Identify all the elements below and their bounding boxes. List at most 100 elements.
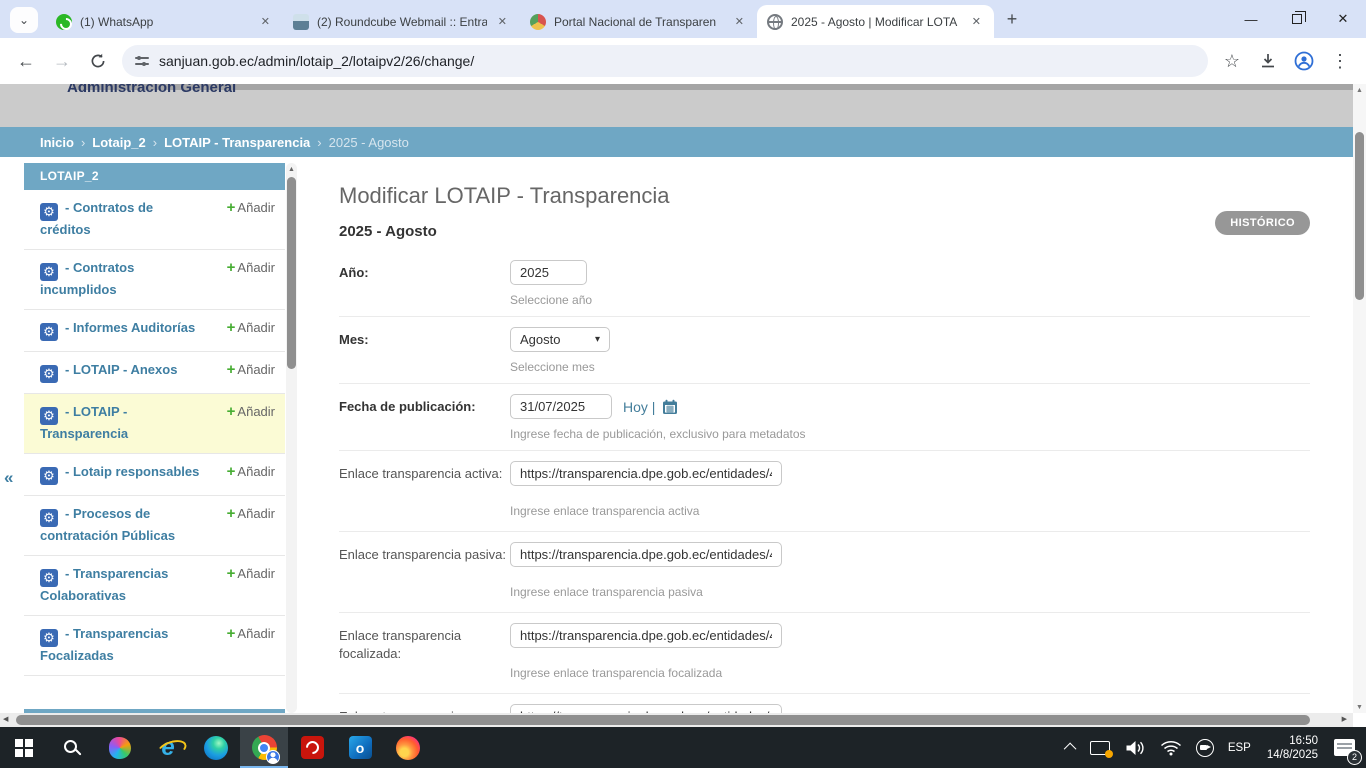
sidebar-scrollbar-thumb[interactable] <box>287 177 296 369</box>
add-link[interactable]: +Añadir <box>227 625 275 642</box>
calendar-icon[interactable] <box>662 399 678 415</box>
sidebar-item[interactable]: - Transparencias Focalizadas +Añadir <box>24 616 285 676</box>
sidebar-scrollbar[interactable]: ▲ <box>286 163 297 713</box>
window-controls: — ✕ <box>1228 0 1366 38</box>
field-input[interactable]: Agosto ▾ <box>510 327 610 352</box>
sidebar-item[interactable]: - LOTAIP - Transparencia +Añadir <box>24 394 285 454</box>
sidebar-item[interactable]: - Contratos incumplidos +Añadir <box>24 250 285 310</box>
sidebar-item-label[interactable]: - Transparencias Focalizadas <box>40 626 168 663</box>
field-input[interactable]: https://transparencia.dpe.gob.ec/entidad… <box>510 461 782 486</box>
add-link[interactable]: +Añadir <box>227 319 275 336</box>
sidebar-item-icon <box>40 203 58 221</box>
taskbar-copilot-button[interactable] <box>96 727 144 768</box>
sidebar-item-label[interactable]: - Lotaip responsables <box>65 464 199 479</box>
field-input[interactable]: 2025 <box>510 260 587 285</box>
back-button[interactable]: ← <box>8 44 44 78</box>
notification-center-button[interactable]: 2 <box>1327 727 1362 768</box>
page-vertical-scrollbar[interactable]: ▲ ▼ <box>1353 84 1366 713</box>
url-bar[interactable]: sanjuan.gob.ec/admin/lotaip_2/lotaipv2/2… <box>122 45 1208 77</box>
add-link[interactable]: +Añadir <box>227 259 275 276</box>
restore-button[interactable] <box>1274 0 1320 38</box>
sidebar-item-label[interactable]: - Procesos de contratación Públicas <box>40 506 175 543</box>
site-settings-icon[interactable] <box>135 55 149 67</box>
today-link[interactable]: Hoy | <box>623 399 678 415</box>
taskbar-internet-explorer-button[interactable]: e <box>144 727 192 768</box>
sidebar-item-label[interactable]: - Transparencias Colaborativas <box>40 566 168 603</box>
page-horizontal-scrollbar[interactable]: ◀ ▶ <box>0 713 1353 727</box>
taskbar-search-button[interactable] <box>48 727 96 768</box>
add-link[interactable]: +Añadir <box>227 361 275 378</box>
browser-tab[interactable]: (1) WhatsApp ✕ <box>46 5 283 38</box>
tab-close-icon[interactable]: ✕ <box>495 13 510 30</box>
scroll-up-arrow-icon[interactable]: ▲ <box>1353 84 1366 98</box>
plus-icon: + <box>227 625 236 642</box>
tray-expand-button[interactable] <box>1060 727 1083 768</box>
sidebar-item[interactable]: - Procesos de contratación Públicas +Aña… <box>24 496 285 556</box>
browser-tab[interactable]: Portal Nacional de Transparen ✕ <box>520 5 757 38</box>
chevron-down-icon: ⌄ <box>19 13 29 27</box>
sidebar-item[interactable]: - LOTAIP - Anexos +Añadir <box>24 352 285 394</box>
add-link[interactable]: +Añadir <box>227 199 275 216</box>
scroll-up-arrow-icon[interactable]: ▲ <box>286 163 297 176</box>
plus-icon: + <box>227 463 236 480</box>
taskbar-firefox-button[interactable] <box>384 727 432 768</box>
tray-volume-button[interactable] <box>1117 727 1153 768</box>
admin-site-title[interactable]: Administración General <box>67 84 236 96</box>
new-tab-button[interactable]: + <box>998 5 1026 33</box>
taskbar-edge-button[interactable] <box>192 727 240 768</box>
taskbar-acrobat-button[interactable] <box>288 727 336 768</box>
sidebar-item[interactable]: - Contratos de créditos +Añadir <box>24 190 285 250</box>
minimize-button[interactable]: — <box>1228 0 1274 38</box>
tray-meet-now-button[interactable] <box>1189 727 1221 768</box>
add-link[interactable]: +Añadir <box>227 505 275 522</box>
add-link[interactable]: +Añadir <box>227 463 275 480</box>
taskbar-clock[interactable]: 16:50 14/8/2025 <box>1258 734 1327 762</box>
sidebar-item-label[interactable]: - LOTAIP - Anexos <box>65 362 177 377</box>
field-input[interactable]: https://transparencia.dpe.gob.ec/entidad… <box>510 704 782 713</box>
add-link[interactable]: +Añadir <box>227 403 275 420</box>
taskbar-outlook-button[interactable]: o <box>336 727 384 768</box>
field-input[interactable]: 31/07/2025 <box>510 394 612 419</box>
scroll-right-arrow-icon[interactable]: ▶ <box>1342 713 1347 727</box>
profile-button[interactable] <box>1286 44 1322 78</box>
url-text[interactable]: sanjuan.gob.ec/admin/lotaip_2/lotaipv2/2… <box>159 53 474 69</box>
field-input[interactable]: https://transparencia.dpe.gob.ec/entidad… <box>510 542 782 567</box>
sidebar-item[interactable]: - Lotaip responsables +Añadir <box>24 454 285 496</box>
browser-tab[interactable]: (2) Roundcube Webmail :: Entra ✕ <box>283 5 520 38</box>
page-title: Modificar LOTAIP - Transparencia <box>339 183 1310 209</box>
form-row: Enlace transparencia https://transparenc… <box>339 694 1310 713</box>
sidebar-item[interactable]: - Transparencias Colaborativas +Añadir <box>24 556 285 616</box>
breadcrumb-item[interactable]: 2025 - Agosto <box>329 135 409 150</box>
scroll-down-arrow-icon[interactable]: ▼ <box>1353 704 1366 711</box>
menu-button[interactable]: ⋮ <box>1322 44 1358 78</box>
close-window-button[interactable]: ✕ <box>1320 0 1366 38</box>
taskbar-chrome-button[interactable] <box>240 727 288 768</box>
language-indicator[interactable]: ESP <box>1221 727 1258 768</box>
tray-cast-button[interactable] <box>1083 727 1117 768</box>
form-row: Mes: Agosto ▾ Seleccione mes <box>339 317 1310 384</box>
historico-button[interactable]: HISTÓRICO <box>1215 211 1310 235</box>
sidebar-item[interactable]: - Informes Auditorías +Añadir <box>24 310 285 352</box>
vertical-scrollbar-thumb[interactable] <box>1355 132 1364 300</box>
sidebar-item-label[interactable]: - Informes Auditorías <box>65 320 195 335</box>
plus-icon: + <box>227 319 236 336</box>
forward-button[interactable]: → <box>44 44 80 78</box>
reload-button[interactable] <box>80 44 116 78</box>
downloads-button[interactable] <box>1250 44 1286 78</box>
scroll-left-arrow-icon[interactable]: ◀ <box>3 713 8 727</box>
tab-search-button[interactable]: ⌄ <box>10 7 38 33</box>
add-link[interactable]: +Añadir <box>227 565 275 582</box>
start-button[interactable] <box>0 727 48 768</box>
tab-close-icon[interactable]: ✕ <box>969 13 984 30</box>
sidebar-collapse-button[interactable]: « <box>4 468 13 488</box>
tab-close-icon[interactable]: ✕ <box>258 13 273 30</box>
tab-close-icon[interactable]: ✕ <box>732 13 747 30</box>
field-input[interactable]: https://transparencia.dpe.gob.ec/entidad… <box>510 623 782 648</box>
breadcrumb-item[interactable]: LOTAIP - Transparencia <box>164 135 310 150</box>
browser-tab[interactable]: 2025 - Agosto | Modificar LOTA ✕ <box>757 5 994 38</box>
tray-network-button[interactable] <box>1153 727 1189 768</box>
breadcrumb-item[interactable]: Lotaip_2 <box>92 135 145 150</box>
bookmark-star-button[interactable]: ☆ <box>1214 44 1250 78</box>
horizontal-scrollbar-thumb[interactable] <box>16 715 1310 725</box>
breadcrumb-item[interactable]: Inicio <box>40 135 74 150</box>
